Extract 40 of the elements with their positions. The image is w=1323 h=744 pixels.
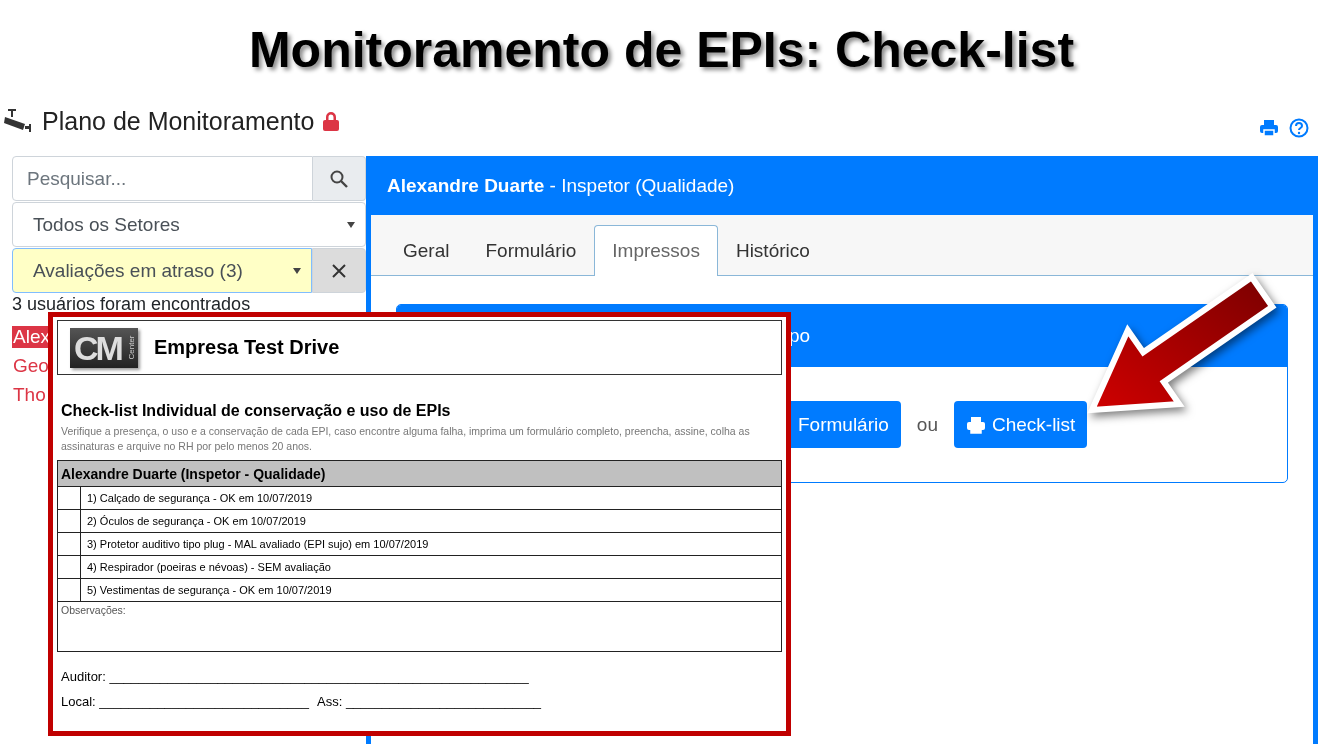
company-logo: CM Center	[70, 327, 138, 368]
checklist-item: 5) Vestimentas de segurança - OK em 10/07/2019	[86, 583, 332, 598]
caret-icon	[347, 221, 355, 228]
separator-text: ou	[916, 413, 938, 436]
page-title: Plano de Monitoramento	[42, 106, 315, 136]
help-icon[interactable]	[1289, 118, 1309, 138]
panel-title: Alexandre Duarte - Inspetor (Qualidade)	[387, 174, 735, 197]
print-button[interactable]: Check-list	[953, 401, 1088, 448]
tab[interactable]: Formulário	[467, 225, 595, 276]
user-item[interactable]: Geo	[12, 355, 50, 377]
result-count: 3 usuários foram encontrados	[12, 294, 251, 314]
document-description: Verifique a presença, o uso e a conservação de cada EPI, caso encontre alguma falha, imprima um formulário completo, preencha, assine, colha as assinaturas e arquive no RH por pelo menos 20 anos.	[61, 424, 751, 454]
signature-line: Local: _____________________________	[61, 694, 309, 709]
search-icon	[330, 169, 348, 188]
printer-icon	[965, 414, 986, 435]
clear-button[interactable]	[312, 248, 366, 293]
checklist-item: 1) Calçado de segurança - OK em 10/07/2019	[86, 491, 313, 506]
caret-icon	[293, 267, 301, 274]
close-icon	[332, 263, 346, 278]
company-name: Empresa Test Drive	[154, 336, 340, 359]
checklist-item: 4) Respirador (poeiras e névoas) - SEM avaliação	[86, 560, 331, 575]
notes-label: Observações:	[61, 604, 126, 616]
document-title: Check-list Individual de conservação e uso de EPIs	[61, 402, 452, 420]
cctv-camera-icon	[4, 108, 34, 134]
signature-line: Ass: ___________________________	[317, 694, 542, 709]
user-item[interactable]: Alex	[12, 326, 51, 348]
sector-select[interactable]: Todos os Setores	[12, 202, 366, 247]
tab[interactable]: Histórico	[717, 225, 828, 276]
search-button[interactable]	[313, 156, 366, 201]
signature-line: Auditor: __________________________________________________________	[61, 669, 529, 684]
filter-select[interactable]: Avaliações em atraso (3)	[12, 248, 312, 293]
tab[interactable]: Geral	[385, 225, 468, 276]
search-field[interactable]: Pesquisar...	[12, 156, 313, 201]
checklist-item: 2) Óculos de segurança - OK em 10/07/2019	[86, 514, 306, 529]
employee-name: Alexandre Duarte (Inspetor - Qualidade)	[61, 465, 326, 482]
user-item[interactable]: Tho	[12, 384, 47, 406]
slide-title: Monitoramento de EPIs: Check-list	[248, 21, 1075, 79]
printer-icon	[1259, 118, 1279, 138]
checklist-item: 3) Protetor auditivo tipo plug - MAL avaliado (EPI sujo) em 10/07/2019	[86, 537, 429, 552]
tab[interactable]: Impressos	[594, 225, 718, 276]
